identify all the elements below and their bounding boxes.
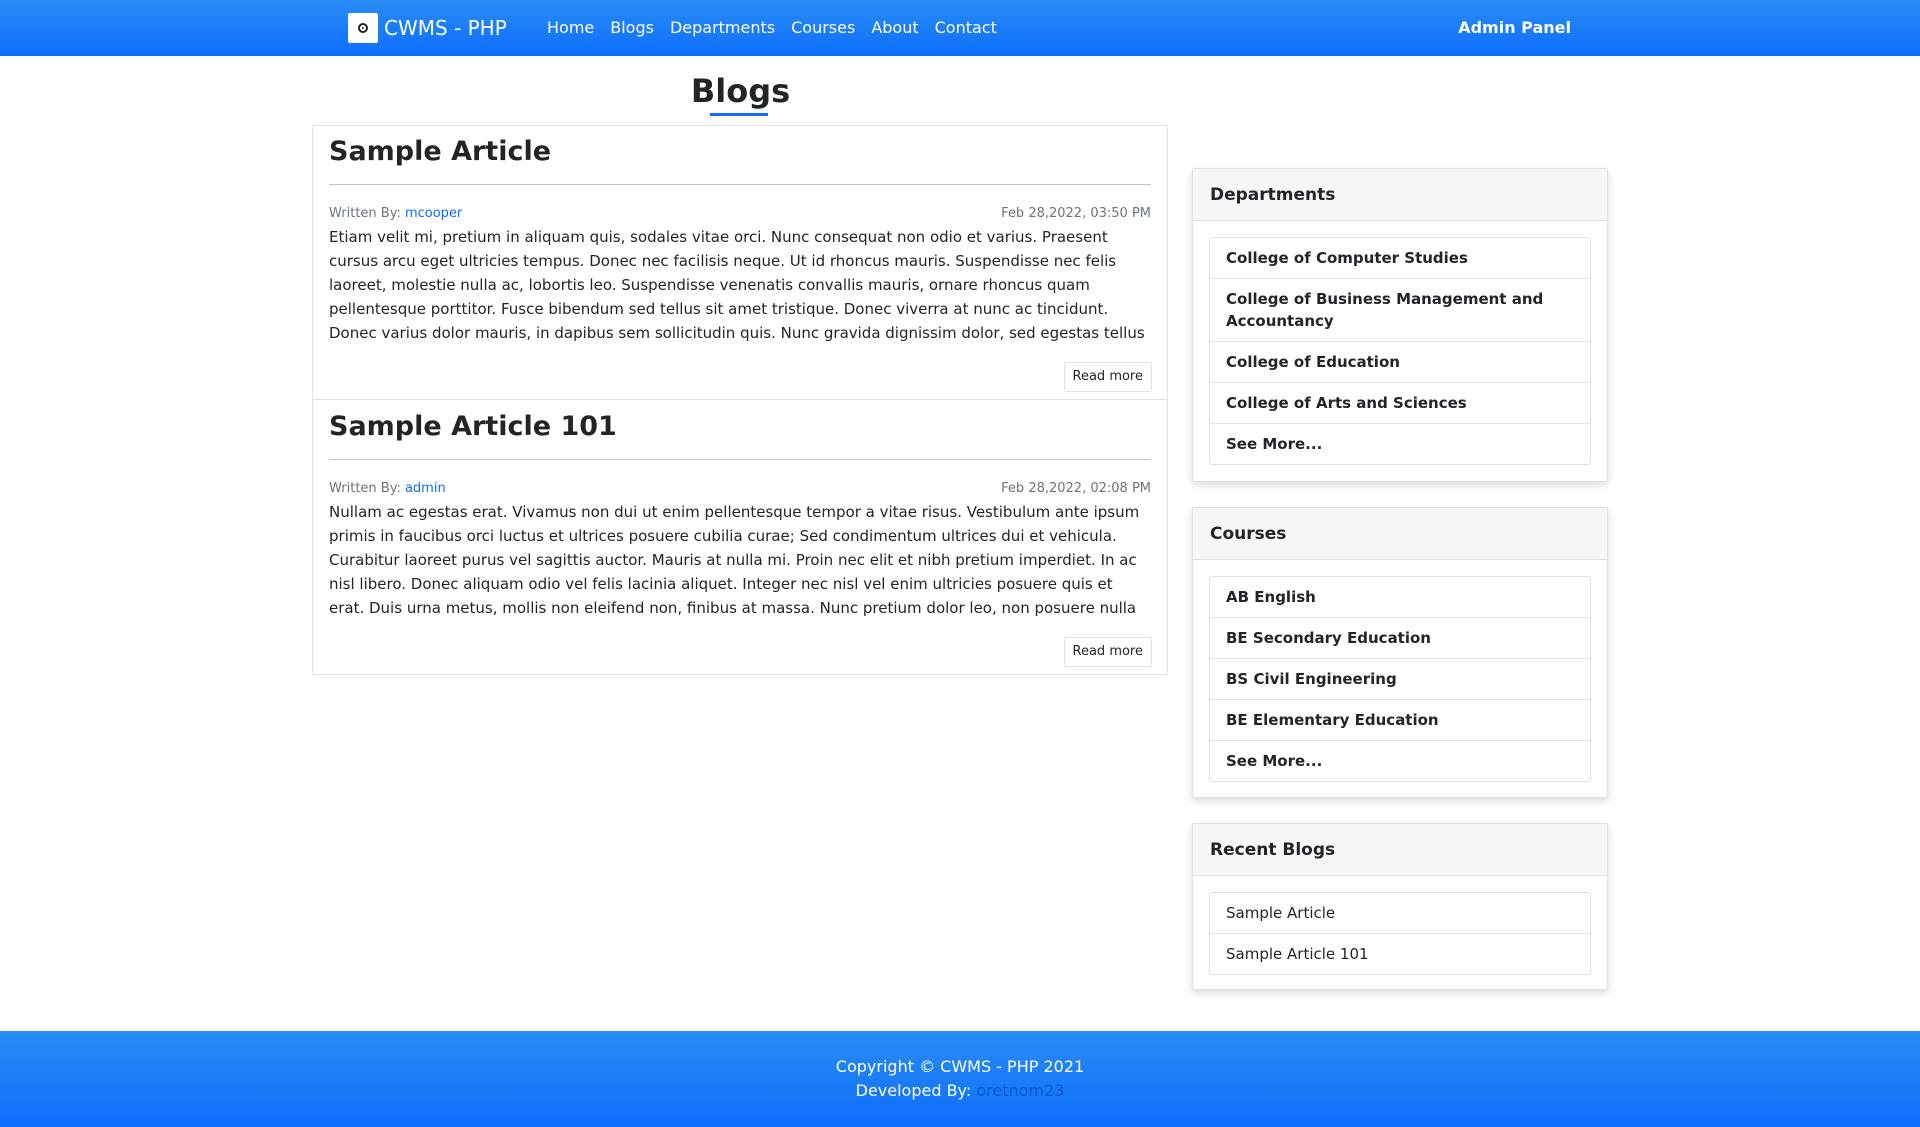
blog-excerpt: Etiam velit mi, pretium in aliquam quis,… [329,228,1145,342]
nav-link-about[interactable]: About [871,18,918,37]
written-by-label: Written By: [329,206,405,221]
developer-link[interactable]: oretnom23 [976,1081,1064,1100]
blog-date: Feb 28,2022, 02:08 PM [1001,481,1151,496]
recent-blogs-card: Recent Blogs Sample Article Sample Artic… [1192,823,1608,990]
footer: Copyright © CWMS - PHP 2021 Developed By… [0,1031,1920,1127]
department-item[interactable]: College of Arts and Sciences [1210,383,1590,424]
read-more-button[interactable]: Read more [1063,637,1152,667]
course-item[interactable]: BE Elementary Education [1210,700,1590,741]
nav-link-home[interactable]: Home [547,18,594,37]
read-more-button[interactable]: Read more [1063,362,1152,392]
departments-see-more[interactable]: See More... [1210,424,1590,464]
brand[interactable]: CWMS - PHP [348,13,507,43]
department-item[interactable]: College of Education [1210,342,1590,383]
blog-author-link[interactable]: mcooper [405,206,462,221]
course-item[interactable]: AB English [1210,577,1590,618]
department-item[interactable]: College of Computer Studies [1210,238,1590,279]
courses-card: Courses AB English BE Secondary Educatio… [1192,507,1608,798]
footer-developer-line: Developed By: oretnom23 [0,1081,1920,1100]
blog-author-link[interactable]: admin [405,481,446,496]
recent-blog-item[interactable]: Sample Article [1210,893,1590,934]
page-title: Blogs [690,72,791,110]
departments-card-header: Departments [1193,169,1607,221]
course-item[interactable]: BS Civil Engineering [1210,659,1590,700]
blog-list: Sample Article Written By: mcooper Feb 2… [312,125,1168,675]
recent-blog-item[interactable]: Sample Article 101 [1210,934,1590,974]
nav-link-blogs[interactable]: Blogs [610,18,654,37]
nav-link-courses[interactable]: Courses [791,18,855,37]
department-item[interactable]: College of Business Management and Accou… [1210,279,1590,342]
blog-divider [329,184,1151,185]
course-item[interactable]: BE Secondary Education [1210,618,1590,659]
footer-copyright: Copyright © CWMS - PHP 2021 [835,1057,1085,1076]
blog-item: Sample Article Written By: mcooper Feb 2… [313,126,1167,400]
nav-links: Home Blogs Departments Courses About Con… [547,18,1013,37]
courses-list: AB English BE Secondary Education BS Civ… [1209,576,1591,782]
blog-date: Feb 28,2022, 03:50 PM [1001,206,1151,221]
nav-link-departments[interactable]: Departments [670,18,775,37]
recent-blogs-card-header: Recent Blogs [1193,824,1607,876]
blog-excerpt: Nullam ac egestas erat. Vivamus non dui … [329,503,1140,617]
blog-author-line: Written By: admin [329,481,446,496]
blog-author-line: Written By: mcooper [329,206,462,221]
admin-panel-link[interactable]: Admin Panel [1458,18,1571,37]
blog-item: Sample Article 101 Written By: admin Feb… [313,401,1167,675]
title-underline [710,113,768,116]
written-by-label: Written By: [329,481,405,496]
developed-by-label: Developed By: [855,1081,977,1100]
departments-card: Departments College of Computer Studies … [1192,168,1608,482]
brand-title: CWMS - PHP [384,16,507,40]
nav-link-contact[interactable]: Contact [935,18,997,37]
recent-blogs-list: Sample Article Sample Article 101 [1209,892,1591,975]
courses-see-more[interactable]: See More... [1210,741,1590,781]
departments-list: College of Computer Studies College of B… [1209,237,1591,465]
blog-title[interactable]: Sample Article 101 [329,411,617,442]
brand-logo-icon [348,13,378,43]
courses-card-header: Courses [1193,508,1607,560]
navbar: CWMS - PHP Home Blogs Departments Course… [0,0,1920,56]
blog-title[interactable]: Sample Article [329,136,551,167]
blog-divider [329,459,1151,460]
